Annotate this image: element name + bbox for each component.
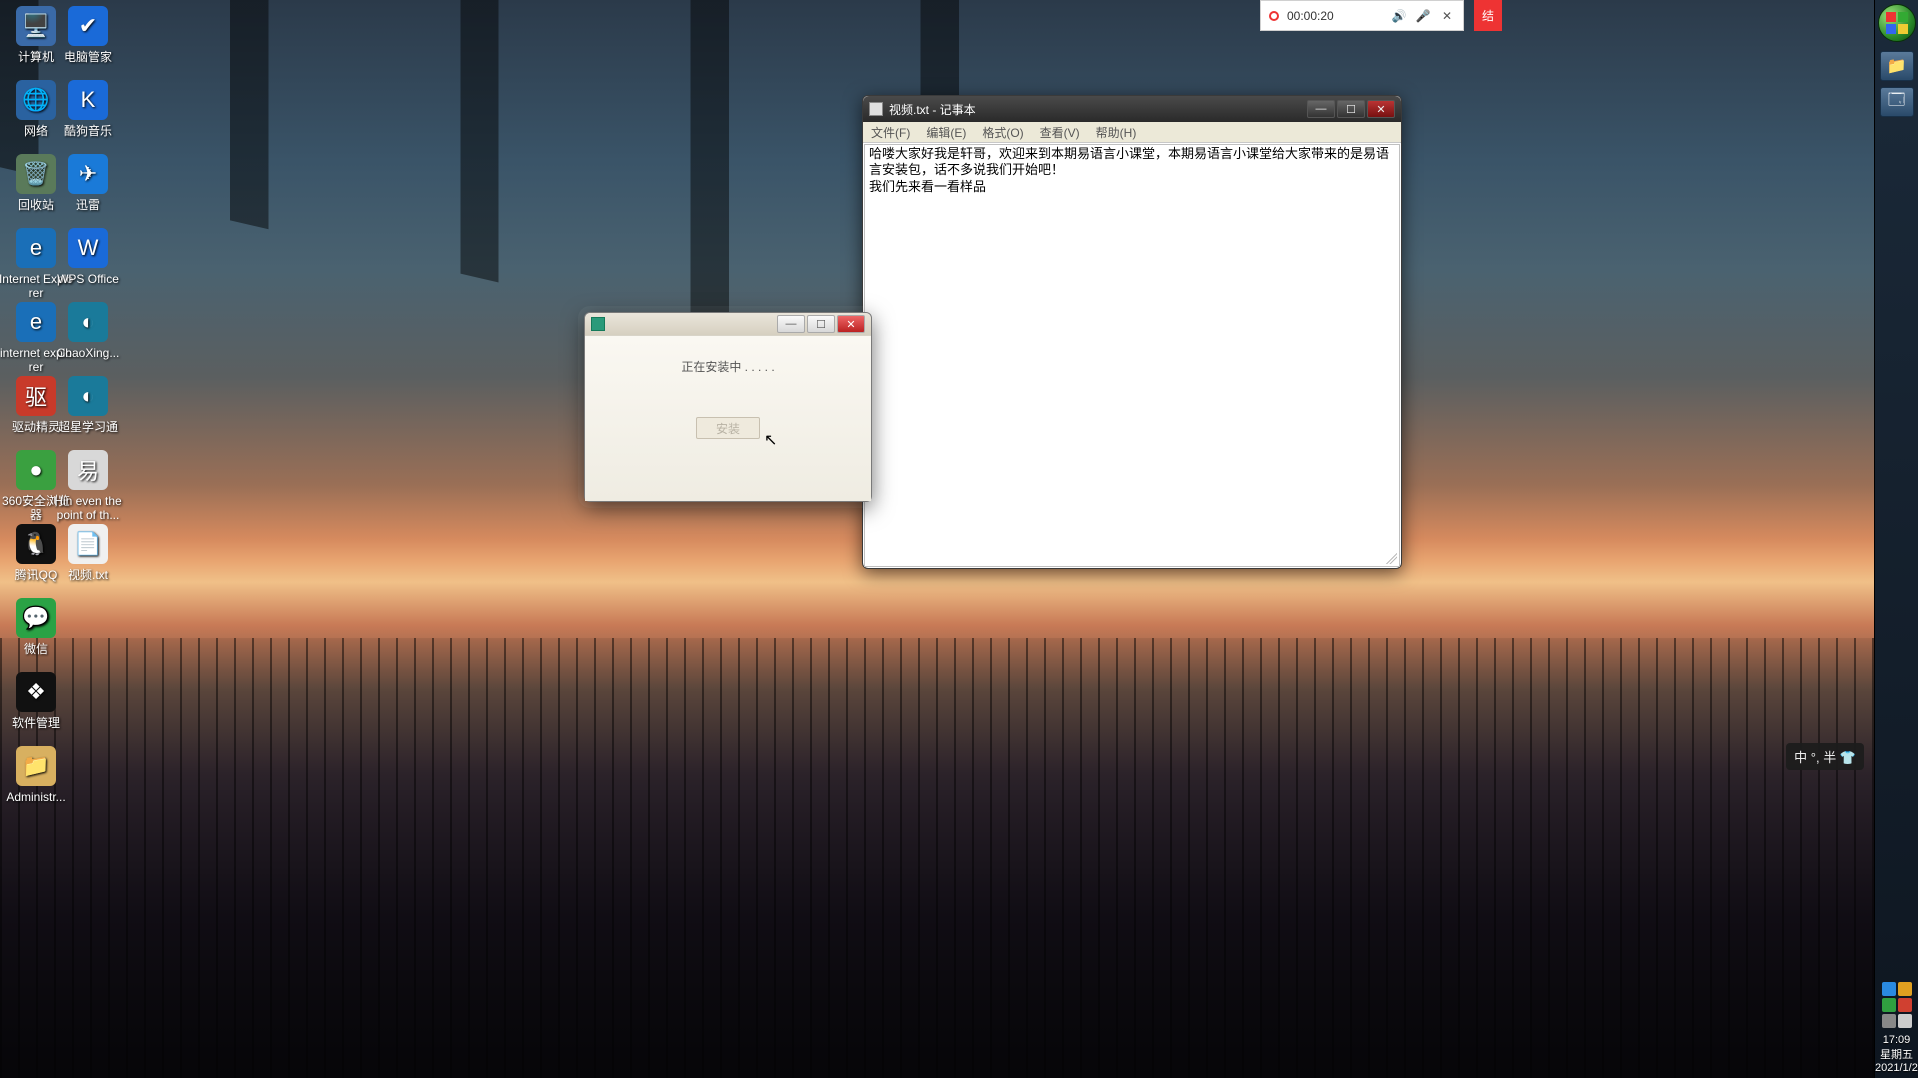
desktop-icon[interactable]: 📄 视频.txt — [50, 524, 126, 582]
desktop-icon[interactable]: K 酷狗音乐 — [50, 80, 126, 138]
minimize-button[interactable]: — — [1307, 100, 1335, 118]
desktop-icon[interactable]: W WPS Office — [50, 228, 126, 286]
menu-item[interactable]: 文件(F) — [863, 124, 918, 141]
notepad-textarea[interactable]: 哈喽大家好我是轩哥，欢迎来到本期易语言小课堂，本期易语言小课堂给大家带来的是易语… — [864, 144, 1400, 567]
desktop-icon-label: Administr... — [0, 790, 74, 804]
desktop-icon[interactable]: 易 Hin even the point of th... — [50, 450, 126, 523]
desktop-icon-label: ChaoXing... — [50, 346, 126, 360]
screen-recorder-toolbar: 00:00:20 🔊 🎤 ✕ — [1260, 0, 1464, 31]
desktop-icon-label: 视频.txt — [50, 568, 126, 582]
notepad-app-icon — [869, 102, 883, 116]
installer-status-text: 正在安装中 . . . . . — [681, 358, 774, 375]
desktop-icon-label: 迅雷 — [50, 198, 126, 212]
menu-item[interactable]: 格式(O) — [974, 124, 1031, 141]
recorder-stop-button[interactable]: 结 — [1474, 0, 1502, 31]
desktop-icon[interactable]: 📁 Administr... — [0, 746, 74, 804]
notepad-titlebar[interactable]: 视频.txt - 记事本 — ☐ ✕ — [863, 96, 1401, 122]
ime-language-bar[interactable]: 中 °, 半 👕 — [1786, 743, 1864, 770]
desktop-icon-label: 软件管理 — [0, 716, 74, 730]
start-button[interactable] — [1878, 4, 1916, 42]
taskbar-item-app[interactable]: 🗔 — [1880, 87, 1914, 117]
recorder-timer: 00:00:20 — [1287, 9, 1334, 23]
desktop-icon-label: 超星学习通 — [50, 420, 126, 434]
app-icon: 💬 — [16, 598, 56, 638]
notepad-title: 视频.txt - 记事本 — [889, 101, 976, 118]
tray-network-icon[interactable] — [1882, 1014, 1896, 1028]
minimize-button[interactable]: — — [777, 315, 805, 333]
installer-install-button[interactable]: 安装 — [696, 417, 760, 439]
desktop-icon-label: 酷狗音乐 — [50, 124, 126, 138]
tray-volume-icon[interactable] — [1898, 998, 1912, 1012]
desktop-icon[interactable]: ◐ 超星学习通 — [50, 376, 126, 434]
menu-item[interactable]: 帮助(H) — [1088, 124, 1145, 141]
taskbar[interactable]: 📁 🗔 17:09 星期五 2021/1/29 — [1874, 0, 1918, 1078]
tray-icon[interactable] — [1898, 1014, 1912, 1028]
record-indicator-icon — [1269, 11, 1279, 21]
app-icon: W — [68, 228, 108, 268]
clock-date: 2021/1/29 — [1875, 1062, 1918, 1074]
app-icon: 📁 — [16, 746, 56, 786]
desktop-icon-label: Hin even the point of th... — [50, 494, 126, 523]
desktop-icon[interactable]: ◐ ChaoXing... — [50, 302, 126, 360]
notepad-menubar[interactable]: 文件(F)编辑(E)格式(O)查看(V)帮助(H) — [863, 122, 1401, 143]
app-icon: ✈ — [68, 154, 108, 194]
app-icon: 易 — [68, 450, 108, 490]
recorder-close-icon[interactable]: ✕ — [1439, 8, 1455, 24]
windows-logo-icon — [1886, 12, 1908, 34]
notepad-window[interactable]: 视频.txt - 记事本 — ☐ ✕ 文件(F)编辑(E)格式(O)查看(V)帮… — [862, 95, 1402, 569]
installer-body: 正在安装中 . . . . . 安装 — [585, 335, 871, 501]
app-icon: 📄 — [68, 524, 108, 564]
app-icon: K — [68, 80, 108, 120]
clock-day: 星期五 — [1875, 1046, 1918, 1062]
desktop-icon-label: 电脑管家 — [50, 50, 126, 64]
app-icon: ◐ — [68, 302, 108, 342]
close-button[interactable]: ✕ — [837, 315, 865, 333]
tray-icon[interactable] — [1882, 982, 1896, 996]
maximize-button[interactable]: ☐ — [1337, 100, 1365, 118]
app-icon: ✔ — [68, 6, 108, 46]
microphone-muted-icon[interactable]: 🎤 — [1415, 8, 1431, 24]
installer-titlebar[interactable]: — ☐ ✕ — [585, 313, 871, 335]
desktop-icon[interactable]: ✈ 迅雷 — [50, 154, 126, 212]
installer-app-icon — [591, 317, 605, 331]
clock-time: 17:09 — [1875, 1034, 1918, 1046]
tray-icon[interactable] — [1898, 982, 1912, 996]
taskbar-item-explorer[interactable]: 📁 — [1880, 51, 1914, 81]
menu-item[interactable]: 查看(V) — [1032, 124, 1088, 141]
desktop-icon-label: WPS Office — [50, 272, 126, 286]
taskbar-clock[interactable]: 17:09 星期五 2021/1/29 — [1875, 1032, 1918, 1078]
desktop-icon[interactable]: ❖ 软件管理 — [0, 672, 74, 730]
desktop-icon[interactable]: ✔ 电脑管家 — [50, 6, 126, 64]
system-tray[interactable] — [1875, 978, 1918, 1032]
ime-status-text: 中 °, 半 👕 — [1794, 747, 1856, 766]
speaker-icon[interactable]: 🔊 — [1391, 8, 1407, 24]
desktop-icon-label: 微信 — [0, 642, 74, 656]
installer-dialog[interactable]: — ☐ ✕ 正在安装中 . . . . . 安装 — [584, 312, 872, 502]
menu-item[interactable]: 编辑(E) — [918, 124, 974, 141]
app-icon: ❖ — [16, 672, 56, 712]
app-icon: ◐ — [68, 376, 108, 416]
close-button[interactable]: ✕ — [1367, 100, 1395, 118]
tray-icon[interactable] — [1882, 998, 1896, 1012]
maximize-button[interactable]: ☐ — [807, 315, 835, 333]
desktop-icon[interactable]: 💬 微信 — [0, 598, 74, 656]
